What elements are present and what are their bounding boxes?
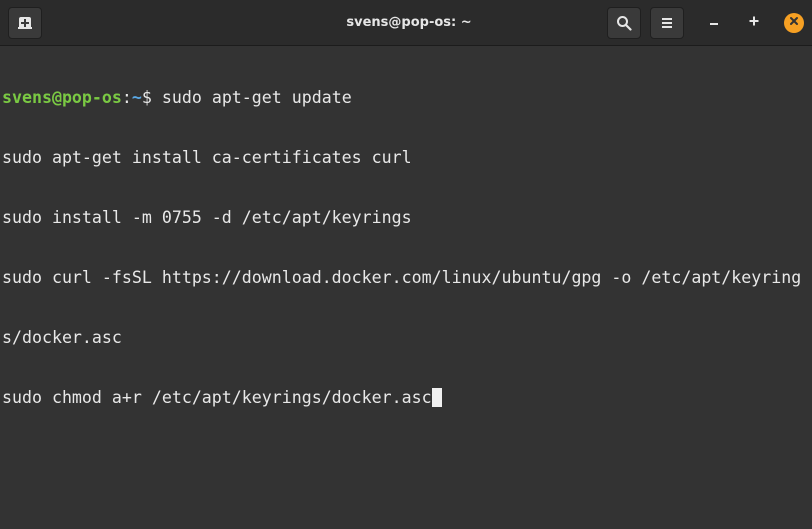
terminal-output[interactable]: svens@pop-os:~$ sudo apt-get update sudo… bbox=[2, 48, 810, 526]
text-cursor bbox=[431, 388, 442, 407]
command-line: sudo apt-get install ca-certificates cur… bbox=[2, 148, 412, 167]
close-icon bbox=[788, 14, 800, 32]
title-bar[interactable]: svens@pop-os: ~ bbox=[0, 0, 812, 46]
prompt-line: svens@pop-os:~$ sudo apt-get update bbox=[2, 88, 810, 108]
prompt-path: ~ bbox=[131, 88, 142, 107]
window-title: svens@pop-os: ~ bbox=[346, 15, 472, 30]
maximize-icon bbox=[748, 14, 760, 32]
hamburger-menu-icon bbox=[660, 16, 674, 30]
current-input-line: sudo chmod a+r /etc/apt/keyrings/docker.… bbox=[2, 388, 810, 408]
terminal-window: svens@pop-os: ~ svens@pop-os:~$ sudo apt… bbox=[0, 0, 812, 529]
minimize-button[interactable] bbox=[704, 13, 724, 33]
menu-button[interactable] bbox=[650, 7, 684, 39]
command-line-wrapped: s/docker.asc bbox=[2, 328, 122, 347]
close-button[interactable] bbox=[784, 13, 804, 33]
new-tab-icon bbox=[17, 15, 33, 31]
command-line: sudo curl -fsSL https://download.docker.… bbox=[2, 268, 802, 287]
maximize-button[interactable] bbox=[744, 13, 764, 33]
prompt-separator: : bbox=[121, 88, 132, 107]
prompt-symbol: $ bbox=[141, 88, 162, 107]
search-button[interactable] bbox=[607, 7, 641, 39]
prompt-user-host: svens@pop-os bbox=[2, 88, 122, 107]
search-icon bbox=[616, 15, 632, 31]
command-line: sudo install -m 0755 -d /etc/apt/keyring… bbox=[2, 208, 412, 227]
minimize-icon bbox=[708, 14, 720, 32]
command-text: sudo apt-get update bbox=[161, 88, 352, 107]
new-tab-button[interactable] bbox=[8, 7, 42, 39]
command-text: sudo chmod a+r /etc/apt/keyrings/docker.… bbox=[2, 388, 432, 407]
